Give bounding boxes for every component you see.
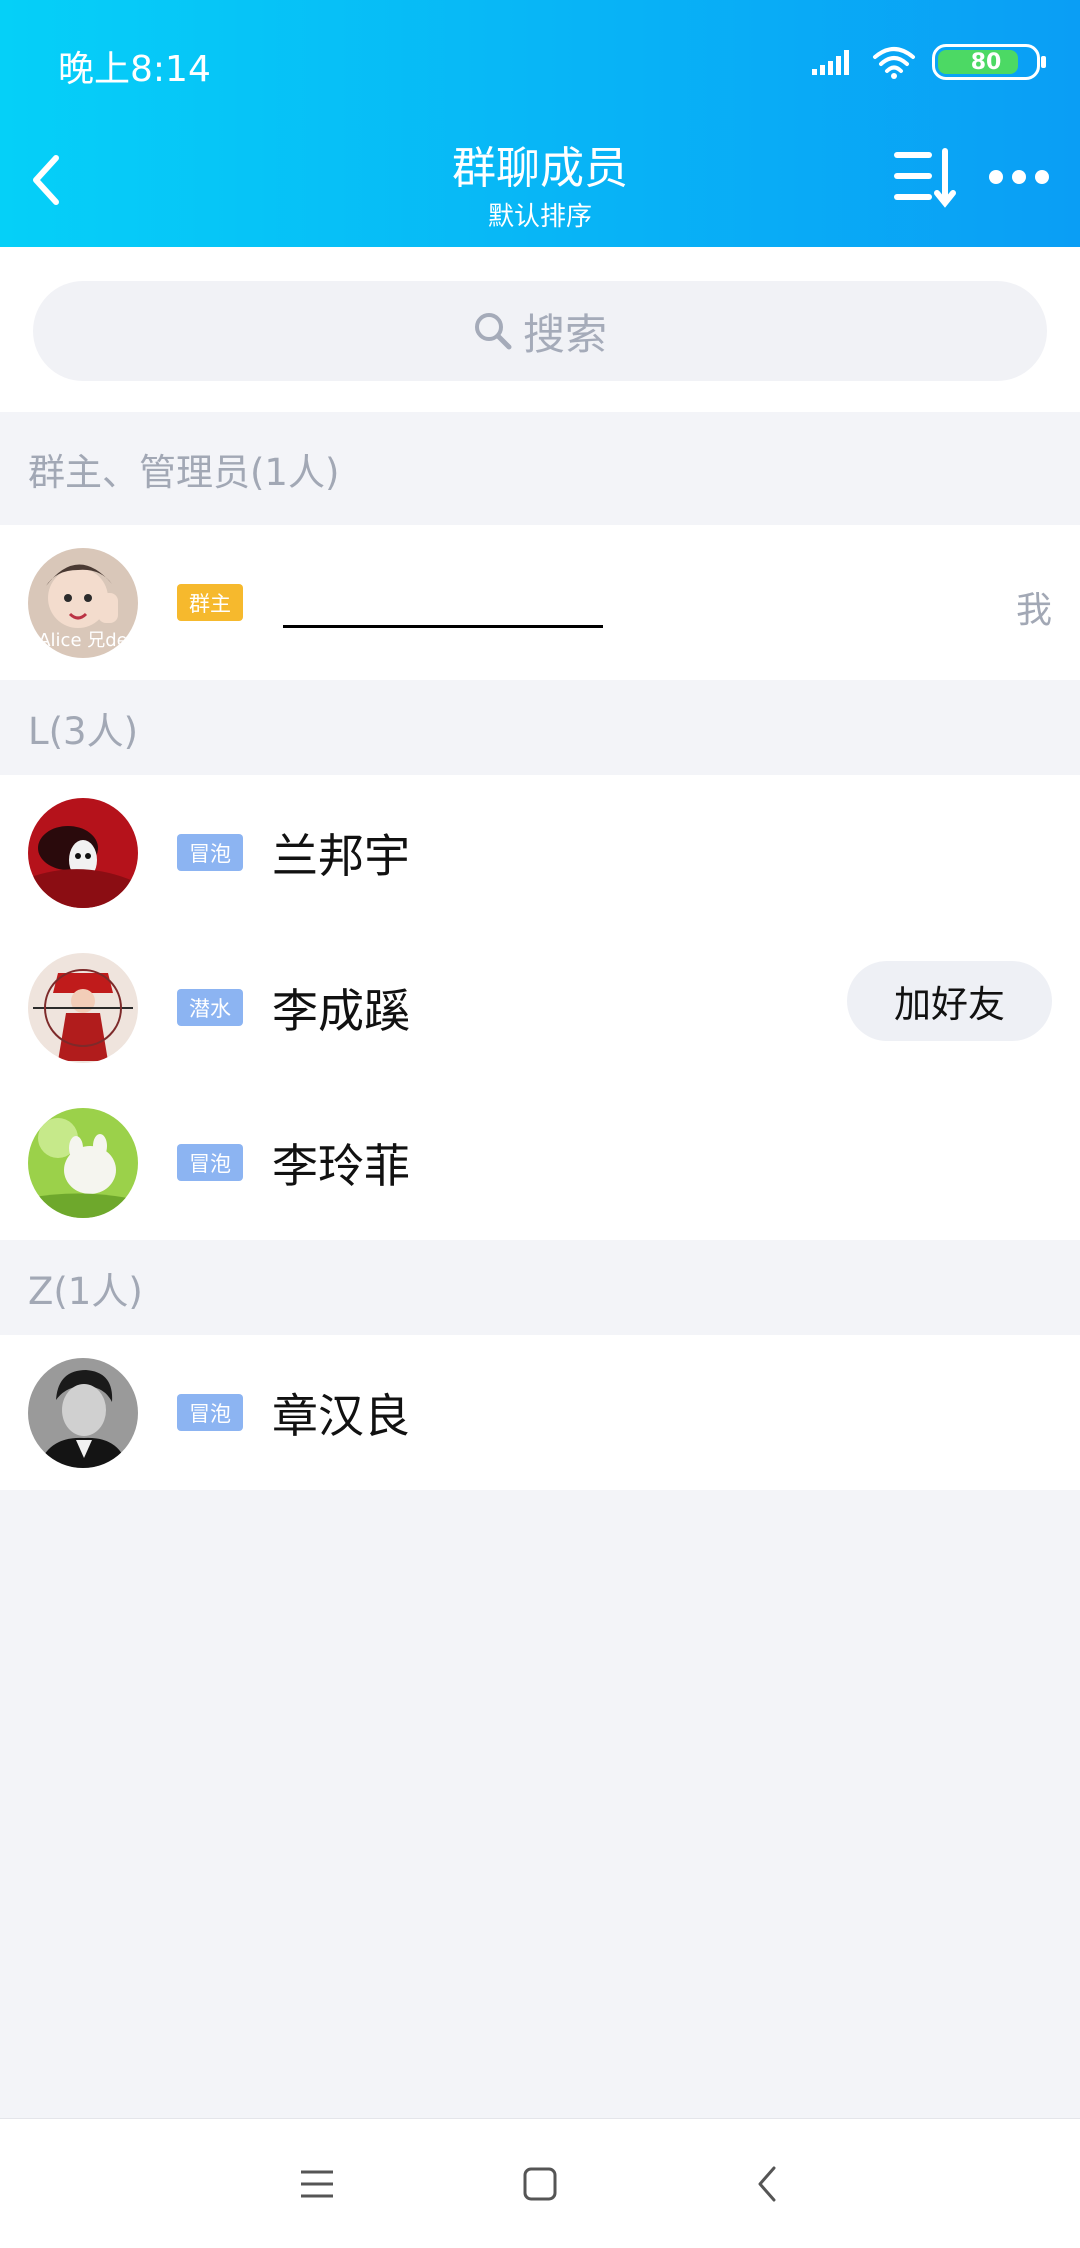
search-icon <box>474 313 512 350</box>
wifi-icon <box>873 47 915 79</box>
search-input[interactable]: 搜索 <box>33 281 1047 381</box>
member-name: 章汉良 <box>272 1389 410 1443</box>
section-header-z: Z(1人) <box>28 1269 143 1313</box>
section-header-l: L(3人) <box>28 709 139 753</box>
avatar <box>28 1108 138 1218</box>
menu-icon[interactable] <box>297 2164 337 2204</box>
avatar <box>28 1358 138 1468</box>
search-section: 搜索 <box>0 247 1080 412</box>
section-header-admins: 群主、管理员(1人) <box>28 450 340 494</box>
member-row[interactable]: 潜水 李成蹊 加好友 <box>0 930 1080 1085</box>
status-time: 晚上8:14 <box>58 49 211 90</box>
header-bar: 晚上8:14 80 群聊成员 默认排序 <box>0 0 1080 247</box>
member-row[interactable]: Alice 兄de 群主 我 <box>0 525 1080 680</box>
search-placeholder: 搜索 <box>522 309 607 359</box>
status-icons: 80 <box>812 44 1046 80</box>
add-friend-button[interactable]: 加好友 <box>847 961 1052 1041</box>
member-name: 兰邦宇 <box>272 829 410 883</box>
sort-icon[interactable] <box>893 145 958 210</box>
owner-badge: 群主 <box>177 584 243 621</box>
battery-icon: 80 <box>932 44 1046 80</box>
avatar-caption: Alice 兄de <box>38 630 128 651</box>
member-name: 李玲菲 <box>272 1139 410 1193</box>
back-nav-icon[interactable] <box>748 2164 788 2204</box>
battery-level: 80 <box>970 49 1002 75</box>
name-underline <box>283 625 603 628</box>
activity-badge: 冒泡 <box>177 834 243 871</box>
avatar <box>28 953 138 1063</box>
member-name: 李成蹊 <box>272 984 410 1038</box>
avatar: Alice 兄de <box>28 548 138 658</box>
system-nav-bar <box>0 2118 1080 2248</box>
activity-badge: 潜水 <box>177 989 243 1026</box>
avatar <box>28 798 138 908</box>
signal-icon <box>812 50 849 75</box>
member-row[interactable]: 冒泡 兰邦宇 <box>0 775 1080 930</box>
activity-badge: 冒泡 <box>177 1394 243 1431</box>
member-row[interactable]: 冒泡 李玲菲 <box>0 1085 1080 1240</box>
more-options-icon[interactable] <box>988 160 1050 195</box>
home-icon[interactable] <box>520 2164 560 2204</box>
activity-badge: 冒泡 <box>177 1144 243 1181</box>
member-row[interactable]: 冒泡 章汉良 <box>0 1335 1080 1490</box>
self-label: 我 <box>1015 590 1052 631</box>
